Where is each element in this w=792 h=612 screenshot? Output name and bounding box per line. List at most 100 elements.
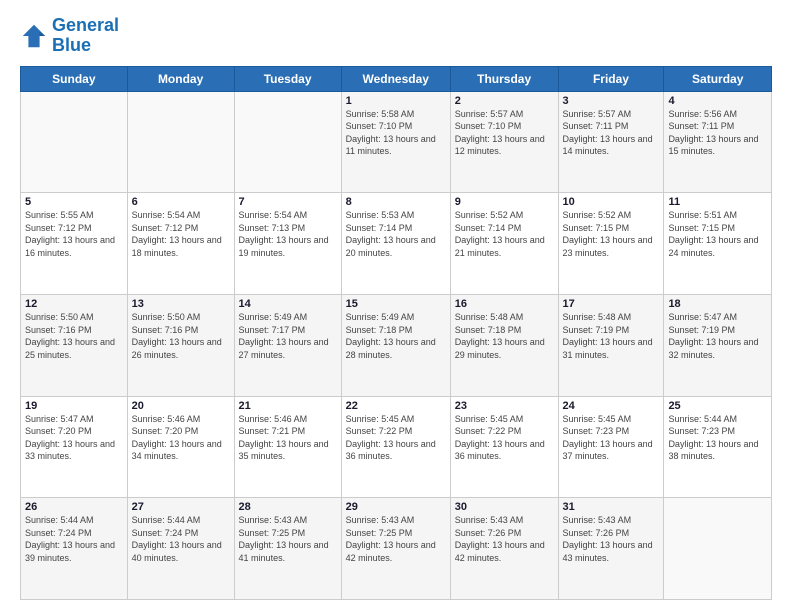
day-info: Sunrise: 5:43 AM Sunset: 7:25 PM Dayligh… [346,514,446,564]
calendar-cell: 9Sunrise: 5:52 AM Sunset: 7:14 PM Daylig… [450,193,558,295]
day-info: Sunrise: 5:44 AM Sunset: 7:24 PM Dayligh… [132,514,230,564]
day-number: 11 [668,196,767,208]
calendar-cell: 13Sunrise: 5:50 AM Sunset: 7:16 PM Dayli… [127,294,234,396]
calendar-cell: 20Sunrise: 5:46 AM Sunset: 7:20 PM Dayli… [127,396,234,498]
calendar-cell: 29Sunrise: 5:43 AM Sunset: 7:25 PM Dayli… [341,498,450,600]
day-info: Sunrise: 5:43 AM Sunset: 7:25 PM Dayligh… [239,514,337,564]
calendar-cell [127,91,234,193]
calendar-cell: 23Sunrise: 5:45 AM Sunset: 7:22 PM Dayli… [450,396,558,498]
day-info: Sunrise: 5:55 AM Sunset: 7:12 PM Dayligh… [25,209,123,259]
day-number: 8 [346,196,446,208]
day-info: Sunrise: 5:48 AM Sunset: 7:18 PM Dayligh… [455,311,554,361]
day-number: 12 [25,298,123,310]
day-number: 26 [25,501,123,513]
day-info: Sunrise: 5:47 AM Sunset: 7:19 PM Dayligh… [668,311,767,361]
day-number: 7 [239,196,337,208]
calendar-cell: 24Sunrise: 5:45 AM Sunset: 7:23 PM Dayli… [558,396,664,498]
day-number: 25 [668,400,767,412]
day-number: 4 [668,95,767,107]
calendar-week-1: 1Sunrise: 5:58 AM Sunset: 7:10 PM Daylig… [21,91,772,193]
header-tuesday: Tuesday [234,66,341,91]
day-info: Sunrise: 5:46 AM Sunset: 7:21 PM Dayligh… [239,413,337,463]
day-number: 13 [132,298,230,310]
day-info: Sunrise: 5:56 AM Sunset: 7:11 PM Dayligh… [668,108,767,158]
calendar-cell: 8Sunrise: 5:53 AM Sunset: 7:14 PM Daylig… [341,193,450,295]
day-number: 20 [132,400,230,412]
calendar-cell: 7Sunrise: 5:54 AM Sunset: 7:13 PM Daylig… [234,193,341,295]
day-number: 16 [455,298,554,310]
calendar-cell: 10Sunrise: 5:52 AM Sunset: 7:15 PM Dayli… [558,193,664,295]
calendar-cell [234,91,341,193]
calendar-cell: 31Sunrise: 5:43 AM Sunset: 7:26 PM Dayli… [558,498,664,600]
day-number: 10 [563,196,660,208]
calendar-cell: 30Sunrise: 5:43 AM Sunset: 7:26 PM Dayli… [450,498,558,600]
calendar-week-4: 19Sunrise: 5:47 AM Sunset: 7:20 PM Dayli… [21,396,772,498]
day-info: Sunrise: 5:57 AM Sunset: 7:11 PM Dayligh… [563,108,660,158]
calendar-cell: 1Sunrise: 5:58 AM Sunset: 7:10 PM Daylig… [341,91,450,193]
header-wednesday: Wednesday [341,66,450,91]
day-info: Sunrise: 5:50 AM Sunset: 7:16 PM Dayligh… [25,311,123,361]
calendar-header-row: SundayMondayTuesdayWednesdayThursdayFrid… [21,66,772,91]
calendar-cell: 18Sunrise: 5:47 AM Sunset: 7:19 PM Dayli… [664,294,772,396]
day-info: Sunrise: 5:54 AM Sunset: 7:13 PM Dayligh… [239,209,337,259]
day-number: 3 [563,95,660,107]
calendar-week-3: 12Sunrise: 5:50 AM Sunset: 7:16 PM Dayli… [21,294,772,396]
calendar-cell: 19Sunrise: 5:47 AM Sunset: 7:20 PM Dayli… [21,396,128,498]
day-number: 18 [668,298,767,310]
day-number: 21 [239,400,337,412]
day-info: Sunrise: 5:47 AM Sunset: 7:20 PM Dayligh… [25,413,123,463]
day-number: 29 [346,501,446,513]
calendar-cell: 14Sunrise: 5:49 AM Sunset: 7:17 PM Dayli… [234,294,341,396]
header-saturday: Saturday [664,66,772,91]
calendar-cell: 26Sunrise: 5:44 AM Sunset: 7:24 PM Dayli… [21,498,128,600]
calendar-cell: 17Sunrise: 5:48 AM Sunset: 7:19 PM Dayli… [558,294,664,396]
day-info: Sunrise: 5:44 AM Sunset: 7:24 PM Dayligh… [25,514,123,564]
day-number: 6 [132,196,230,208]
day-info: Sunrise: 5:50 AM Sunset: 7:16 PM Dayligh… [132,311,230,361]
calendar-cell: 6Sunrise: 5:54 AM Sunset: 7:12 PM Daylig… [127,193,234,295]
day-number: 22 [346,400,446,412]
day-info: Sunrise: 5:53 AM Sunset: 7:14 PM Dayligh… [346,209,446,259]
calendar-table: SundayMondayTuesdayWednesdayThursdayFrid… [20,66,772,600]
day-info: Sunrise: 5:43 AM Sunset: 7:26 PM Dayligh… [455,514,554,564]
calendar-cell: 28Sunrise: 5:43 AM Sunset: 7:25 PM Dayli… [234,498,341,600]
day-info: Sunrise: 5:45 AM Sunset: 7:22 PM Dayligh… [346,413,446,463]
calendar-week-2: 5Sunrise: 5:55 AM Sunset: 7:12 PM Daylig… [21,193,772,295]
calendar-cell: 5Sunrise: 5:55 AM Sunset: 7:12 PM Daylig… [21,193,128,295]
day-info: Sunrise: 5:44 AM Sunset: 7:23 PM Dayligh… [668,413,767,463]
day-number: 27 [132,501,230,513]
day-number: 30 [455,501,554,513]
calendar-cell: 12Sunrise: 5:50 AM Sunset: 7:16 PM Dayli… [21,294,128,396]
calendar-cell: 3Sunrise: 5:57 AM Sunset: 7:11 PM Daylig… [558,91,664,193]
header-sunday: Sunday [21,66,128,91]
header-friday: Friday [558,66,664,91]
day-number: 19 [25,400,123,412]
day-info: Sunrise: 5:46 AM Sunset: 7:20 PM Dayligh… [132,413,230,463]
header-monday: Monday [127,66,234,91]
header-thursday: Thursday [450,66,558,91]
day-info: Sunrise: 5:48 AM Sunset: 7:19 PM Dayligh… [563,311,660,361]
logo-text: GeneralBlue [52,16,119,56]
day-number: 17 [563,298,660,310]
day-number: 15 [346,298,446,310]
day-number: 2 [455,95,554,107]
logo: GeneralBlue [20,16,119,56]
day-number: 5 [25,196,123,208]
calendar-cell: 2Sunrise: 5:57 AM Sunset: 7:10 PM Daylig… [450,91,558,193]
calendar-cell: 15Sunrise: 5:49 AM Sunset: 7:18 PM Dayli… [341,294,450,396]
day-info: Sunrise: 5:45 AM Sunset: 7:23 PM Dayligh… [563,413,660,463]
calendar-cell: 11Sunrise: 5:51 AM Sunset: 7:15 PM Dayli… [664,193,772,295]
day-info: Sunrise: 5:49 AM Sunset: 7:17 PM Dayligh… [239,311,337,361]
calendar-cell: 4Sunrise: 5:56 AM Sunset: 7:11 PM Daylig… [664,91,772,193]
page-header: GeneralBlue [20,16,772,56]
calendar-cell: 27Sunrise: 5:44 AM Sunset: 7:24 PM Dayli… [127,498,234,600]
calendar-cell: 21Sunrise: 5:46 AM Sunset: 7:21 PM Dayli… [234,396,341,498]
day-info: Sunrise: 5:49 AM Sunset: 7:18 PM Dayligh… [346,311,446,361]
day-number: 23 [455,400,554,412]
day-info: Sunrise: 5:43 AM Sunset: 7:26 PM Dayligh… [563,514,660,564]
day-info: Sunrise: 5:52 AM Sunset: 7:15 PM Dayligh… [563,209,660,259]
day-info: Sunrise: 5:57 AM Sunset: 7:10 PM Dayligh… [455,108,554,158]
day-number: 31 [563,501,660,513]
day-info: Sunrise: 5:45 AM Sunset: 7:22 PM Dayligh… [455,413,554,463]
day-info: Sunrise: 5:54 AM Sunset: 7:12 PM Dayligh… [132,209,230,259]
